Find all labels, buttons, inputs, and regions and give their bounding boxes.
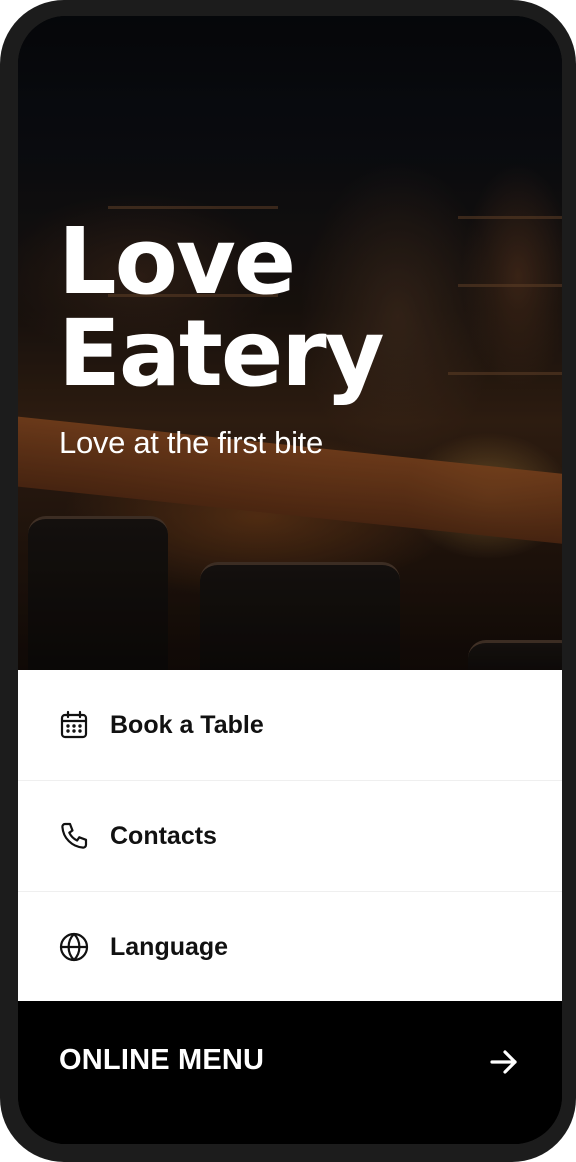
main-menu: Book a Table Contacts Language xyxy=(18,670,562,1001)
restaurant-name-line-1: Love xyxy=(58,208,296,315)
arrow-right-icon xyxy=(490,1050,517,1074)
globe-icon xyxy=(59,932,89,962)
contacts-label: Contacts xyxy=(110,821,217,850)
app-screen: Love Eatery Love at the first bite Book … xyxy=(18,16,562,1144)
contacts-button[interactable]: Contacts xyxy=(18,781,562,892)
tagline: Love at the first bite xyxy=(59,425,323,460)
online-menu-button[interactable]: ONLINE MENU xyxy=(18,1001,562,1144)
online-menu-label: ONLINE MENU xyxy=(59,1044,265,1076)
restaurant-name: Love Eatery xyxy=(58,216,518,400)
book-table-label: Book a Table xyxy=(110,710,264,739)
phone-frame: Love Eatery Love at the first bite Book … xyxy=(0,0,576,1162)
phone-icon xyxy=(61,822,88,849)
calendar-icon xyxy=(60,710,88,739)
language-label: Language xyxy=(110,932,229,961)
language-button[interactable]: Language xyxy=(18,892,562,1002)
hero-image: Love Eatery Love at the first bite xyxy=(18,16,562,685)
restaurant-name-line-2: Eatery xyxy=(58,300,385,407)
book-table-button[interactable]: Book a Table xyxy=(18,670,562,781)
